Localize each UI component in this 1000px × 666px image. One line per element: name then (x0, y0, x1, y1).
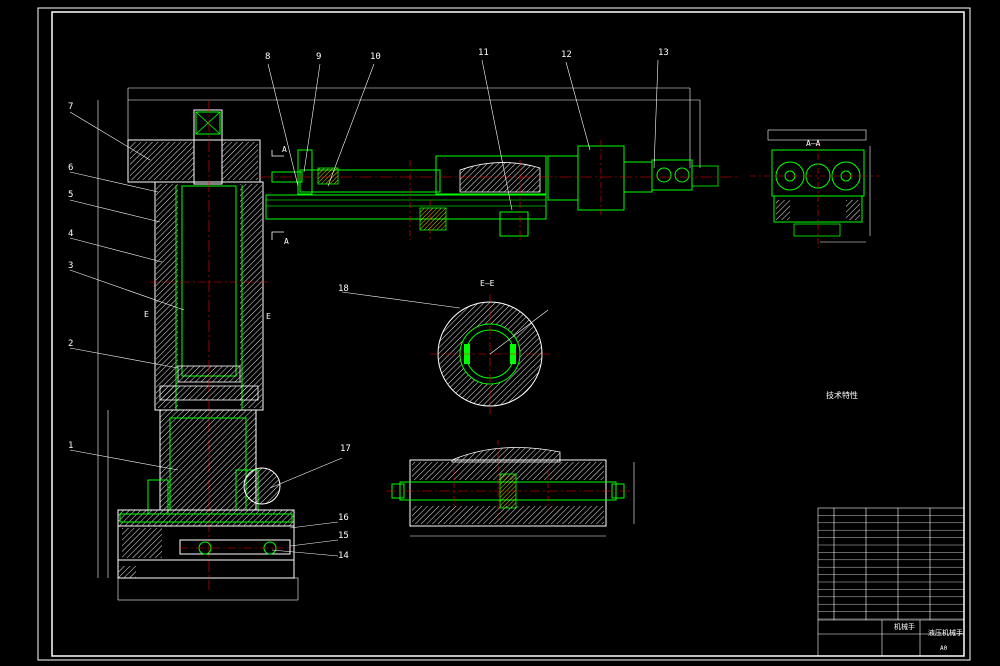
tech-spec-title: 技术特性 (826, 391, 858, 400)
part-label-14: 14 (338, 551, 349, 561)
part-label-13: 13 (658, 48, 669, 58)
section-ee-title: E—E (480, 279, 495, 288)
part-label-4: 4 (68, 229, 74, 239)
part-label-9: 9 (316, 52, 322, 62)
arm-assembly (260, 140, 740, 240)
part-label-11: 11 (478, 48, 489, 58)
section-e-mark-left: E (144, 310, 149, 319)
part-label-12: 12 (561, 50, 572, 60)
title-block-name: 机械手 (894, 623, 915, 631)
part-label-5: 5 (68, 190, 74, 200)
part-label-7: 7 (68, 102, 74, 112)
part-label-16: 16 (338, 513, 349, 523)
part-label-2: 2 (68, 339, 74, 349)
part-label-1: 1 (68, 441, 74, 451)
cad-drawing-sheet (37, 7, 971, 661)
section-a-mark-bottom: A (284, 237, 289, 246)
part-label-15: 15 (338, 531, 349, 541)
title-block-sheet: A0 (940, 645, 948, 652)
part-label-8: 8 (265, 52, 271, 62)
section-aa-title: A—A (806, 139, 821, 148)
column-assembly (97, 87, 701, 601)
part-label-18: 18 (338, 284, 349, 294)
title-block-subtitle: 液压机械手 (928, 629, 963, 637)
part-label-3: 3 (68, 261, 74, 271)
part-label-6: 6 (68, 163, 74, 173)
part-label-10: 10 (370, 52, 381, 62)
parts-list-rows (818, 515, 964, 620)
part-label-17: 17 (340, 444, 351, 454)
section-e-mark-right: E (266, 312, 271, 321)
section-a-mark-top: A (282, 145, 287, 154)
section-ee-view (430, 294, 552, 414)
lower-section-view (386, 440, 635, 537)
